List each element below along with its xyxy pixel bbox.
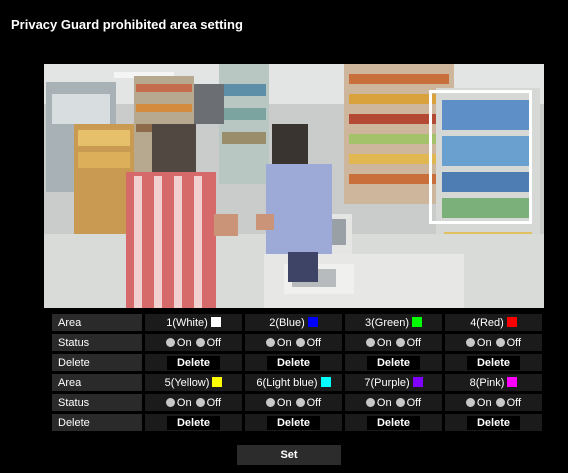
area-6-delete-button[interactable]: Delete bbox=[266, 415, 321, 430]
area-7-status: On Off bbox=[342, 394, 442, 414]
area-7-on-radio[interactable] bbox=[365, 397, 375, 407]
off-label: Off bbox=[306, 336, 322, 349]
area-1-delete-cell: Delete bbox=[142, 354, 242, 374]
off-label: Off bbox=[206, 396, 222, 409]
area-5-name: 5(Yellow) bbox=[164, 376, 210, 389]
area-label: Area bbox=[52, 314, 142, 334]
area-5-status: On Off bbox=[142, 394, 242, 414]
status-row-1: Status On Off On Off On Off On Off bbox=[52, 334, 542, 354]
area-3-on-radio[interactable] bbox=[365, 337, 375, 347]
area-3-color-swatch bbox=[412, 316, 423, 327]
set-button[interactable]: Set bbox=[237, 445, 341, 465]
area-3-off-radio[interactable] bbox=[395, 337, 405, 347]
area-4-header: 4(Red) bbox=[442, 314, 542, 334]
area-label: Area bbox=[52, 374, 142, 394]
area-2-header: 2(Blue) bbox=[242, 314, 342, 334]
on-label: On bbox=[176, 396, 192, 409]
area-1-on-radio[interactable] bbox=[165, 337, 175, 347]
area-6-delete-cell: Delete bbox=[242, 414, 342, 434]
area-7-header: 7(Purple) bbox=[342, 374, 442, 394]
on-label: On bbox=[276, 336, 292, 349]
area-8-color-swatch bbox=[507, 376, 518, 387]
area-5-off-radio[interactable] bbox=[195, 397, 205, 407]
status-label: Status bbox=[52, 394, 142, 414]
delete-row-1: Delete Delete Delete Delete Delete bbox=[52, 354, 542, 374]
area-6-off-radio[interactable] bbox=[295, 397, 305, 407]
status-label: Status bbox=[52, 334, 142, 354]
area-8-name: 8(Pink) bbox=[469, 376, 505, 389]
area-4-on-radio[interactable] bbox=[465, 337, 475, 347]
area-8-on-radio[interactable] bbox=[465, 397, 475, 407]
area-row-1: Area 1(White) 2(Blue) 3(Green) 4(Red) bbox=[52, 314, 542, 334]
area-4-delete-button[interactable]: Delete bbox=[466, 355, 521, 370]
off-label: Off bbox=[406, 336, 422, 349]
area-1-status: On Off bbox=[142, 334, 242, 354]
area-1-header: 1(White) bbox=[142, 314, 242, 334]
on-label: On bbox=[376, 336, 392, 349]
area-3-delete-button[interactable]: Delete bbox=[366, 355, 421, 370]
area-5-color-swatch bbox=[212, 376, 223, 387]
area-6-on-radio[interactable] bbox=[265, 397, 275, 407]
area-2-name: 2(Blue) bbox=[269, 316, 305, 329]
area-2-delete-button[interactable]: Delete bbox=[266, 355, 321, 370]
off-label: Off bbox=[406, 396, 422, 409]
on-label: On bbox=[376, 396, 392, 409]
on-label: On bbox=[476, 396, 492, 409]
off-label: Off bbox=[506, 336, 522, 349]
privacy-area-white-rectangle[interactable] bbox=[429, 90, 532, 224]
area-7-color-swatch bbox=[412, 376, 423, 387]
area-row-2: Area 5(Yellow) 6(Light blue) 7(Purple) 8… bbox=[52, 374, 542, 394]
area-2-off-radio[interactable] bbox=[295, 337, 305, 347]
area-7-off-radio[interactable] bbox=[395, 397, 405, 407]
area-3-name: 3(Green) bbox=[364, 316, 410, 329]
privacy-area-settings-table: Area 1(White) 2(Blue) 3(Green) 4(Red) St… bbox=[52, 314, 542, 434]
area-8-status: On Off bbox=[442, 394, 542, 414]
on-label: On bbox=[176, 336, 192, 349]
area-1-delete-button[interactable]: Delete bbox=[166, 355, 221, 370]
area-5-header: 5(Yellow) bbox=[142, 374, 242, 394]
delete-label: Delete bbox=[52, 354, 142, 374]
area-7-name: 7(Purple) bbox=[364, 376, 410, 389]
area-4-off-radio[interactable] bbox=[495, 337, 505, 347]
area-6-status: On Off bbox=[242, 394, 342, 414]
area-1-name: 1(White) bbox=[166, 316, 208, 329]
area-2-status: On Off bbox=[242, 334, 342, 354]
delete-label: Delete bbox=[52, 414, 142, 434]
area-4-name: 4(Red) bbox=[470, 316, 504, 329]
area-8-delete-cell: Delete bbox=[442, 414, 542, 434]
area-4-status: On Off bbox=[442, 334, 542, 354]
delete-row-2: Delete Delete Delete Delete Delete bbox=[52, 414, 542, 434]
off-label: Off bbox=[506, 396, 522, 409]
on-label: On bbox=[476, 336, 492, 349]
area-6-header: 6(Light blue) bbox=[242, 374, 342, 394]
area-8-off-radio[interactable] bbox=[495, 397, 505, 407]
off-label: Off bbox=[206, 336, 222, 349]
camera-image[interactable] bbox=[44, 64, 544, 308]
area-3-header: 3(Green) bbox=[342, 314, 442, 334]
area-5-on-radio[interactable] bbox=[165, 397, 175, 407]
off-label: Off bbox=[306, 396, 322, 409]
area-1-off-radio[interactable] bbox=[195, 337, 205, 347]
area-3-status: On Off bbox=[342, 334, 442, 354]
area-6-color-swatch bbox=[320, 376, 331, 387]
area-6-name: 6(Light blue) bbox=[256, 376, 318, 389]
area-7-delete-button[interactable]: Delete bbox=[366, 415, 421, 430]
area-8-delete-button[interactable]: Delete bbox=[466, 415, 521, 430]
status-row-2: Status On Off On Off On Off On Off bbox=[52, 394, 542, 414]
area-2-on-radio[interactable] bbox=[265, 337, 275, 347]
area-2-color-swatch bbox=[307, 316, 318, 327]
area-4-color-swatch bbox=[506, 316, 517, 327]
area-1-color-swatch bbox=[210, 316, 221, 327]
area-4-delete-cell: Delete bbox=[442, 354, 542, 374]
area-5-delete-cell: Delete bbox=[142, 414, 242, 434]
page-title: Privacy Guard prohibited area setting bbox=[11, 17, 243, 32]
on-label: On bbox=[276, 396, 292, 409]
area-2-delete-cell: Delete bbox=[242, 354, 342, 374]
area-7-delete-cell: Delete bbox=[342, 414, 442, 434]
area-8-header: 8(Pink) bbox=[442, 374, 542, 394]
area-3-delete-cell: Delete bbox=[342, 354, 442, 374]
area-5-delete-button[interactable]: Delete bbox=[166, 415, 221, 430]
